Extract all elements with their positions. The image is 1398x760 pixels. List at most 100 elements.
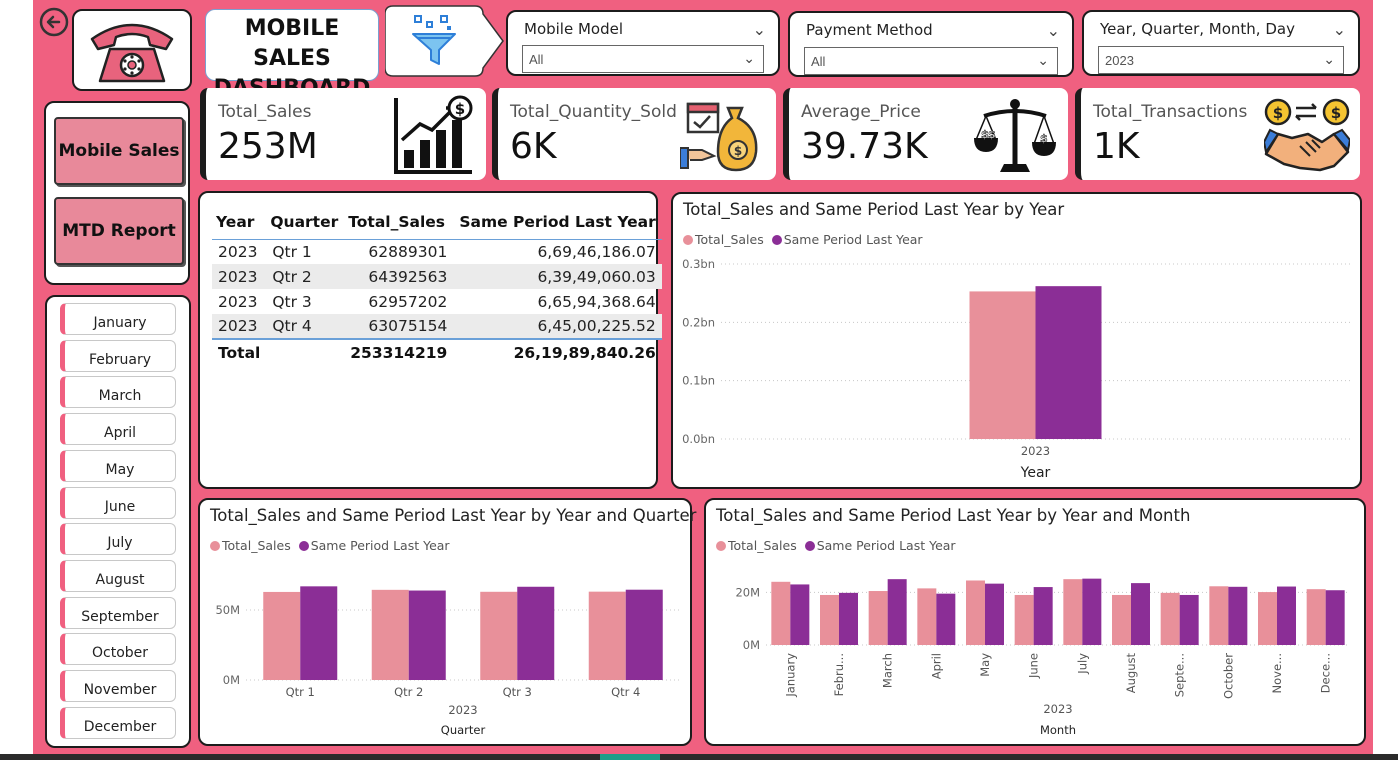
bar-total-sales[interactable] xyxy=(966,580,985,645)
x-tick-label: 2023 xyxy=(1021,444,1050,458)
month-button-june[interactable]: June xyxy=(60,486,176,519)
slicer-value: All xyxy=(811,54,826,69)
matrix-header[interactable]: Same Period Last Year xyxy=(453,205,661,239)
bar-same-period[interactable] xyxy=(1228,586,1248,645)
bar-total-sales[interactable] xyxy=(263,591,301,680)
matrix-header-row: Year Quarter Total_Sales Same Period Las… xyxy=(212,205,662,239)
bar-same-period[interactable] xyxy=(985,583,1004,645)
date-hierarchy-slicer[interactable]: Year, Quarter, Month, Day ⌄ 2023 ⌄ xyxy=(1082,10,1360,76)
table-cell: 6,65,94,368.64 xyxy=(537,292,656,311)
y-tick-label: 0M xyxy=(223,673,240,687)
chevron-down-icon[interactable]: ⌄ xyxy=(743,50,755,67)
bar-same-period[interactable] xyxy=(1131,583,1150,645)
table-cell: 2023 xyxy=(218,317,258,335)
x-tick-label: Qtr 2 xyxy=(394,685,423,699)
bar-total-sales[interactable] xyxy=(969,291,1036,439)
month-button-november[interactable]: November xyxy=(60,670,176,702)
bar-total-sales[interactable] xyxy=(371,589,409,680)
bar-same-period[interactable] xyxy=(936,593,956,645)
status-bar xyxy=(0,754,1398,760)
status-bar-active-tab[interactable] xyxy=(600,754,660,760)
table-row: 2023 Qtr 2 64392563 6,39,49,060.03 xyxy=(212,264,662,289)
bar-total-sales[interactable] xyxy=(1160,592,1180,645)
bar-same-period[interactable] xyxy=(625,589,663,680)
chart-by-month[interactable]: Total_Sales and Same Period Last Year by… xyxy=(704,498,1366,746)
date-dropdown[interactable]: 2023 ⌄ xyxy=(1098,46,1344,74)
table-row: 2023 Qtr 3 62957202 6,65,94,368.64 xyxy=(212,289,662,314)
bar-same-period[interactable] xyxy=(408,590,446,680)
mobile-sales-nav-button[interactable]: Mobile Sales xyxy=(54,117,184,185)
chart-by-quarter[interactable]: Total_Sales and Same Period Last Year by… xyxy=(198,498,696,746)
bar-same-period[interactable] xyxy=(1082,578,1102,645)
chevron-down-icon[interactable]: ⌄ xyxy=(753,20,766,40)
bar-total-sales[interactable] xyxy=(917,588,937,645)
month-button-march[interactable]: March xyxy=(60,376,176,409)
matrix-header[interactable]: Quarter xyxy=(266,205,344,239)
sales-matrix: Year Quarter Total_Sales Same Period Las… xyxy=(198,191,662,489)
month-button-may[interactable]: May xyxy=(60,449,176,482)
bar-same-period[interactable] xyxy=(887,579,907,645)
month-button-december[interactable]: December xyxy=(60,706,176,739)
bar-same-period[interactable] xyxy=(1033,587,1053,645)
bar-total-sales[interactable] xyxy=(1063,579,1083,645)
table-cell: 26,19,89,840.26 xyxy=(453,338,662,365)
matrix-header[interactable]: Year xyxy=(212,205,266,239)
bar-same-period[interactable] xyxy=(1325,590,1345,645)
x-tick-label: Qtr 3 xyxy=(503,685,532,699)
chevron-down-icon[interactable]: ⌄ xyxy=(1323,51,1335,68)
mtd-report-nav-button[interactable]: MTD Report xyxy=(54,197,184,265)
x-tick-label: April xyxy=(929,653,943,679)
bar-total-sales[interactable] xyxy=(771,581,791,645)
month-button-july[interactable]: July xyxy=(60,523,176,556)
chevron-down-icon[interactable]: ⌄ xyxy=(1333,20,1346,40)
bar-total-sales[interactable] xyxy=(1112,594,1131,645)
y-tick-label: 0M xyxy=(743,638,760,652)
payment-method-dropdown[interactable]: All ⌄ xyxy=(804,47,1058,75)
kpi-label: Total_Quantity_Sold xyxy=(510,102,677,122)
x-tick-label: July xyxy=(1075,653,1089,675)
table-cell: 2023 xyxy=(218,242,258,261)
month-button-april[interactable]: April xyxy=(60,413,176,446)
bar-total-sales[interactable] xyxy=(1209,586,1229,645)
table-cell: 64392563 xyxy=(368,267,448,286)
chevron-down-icon[interactable]: ⌄ xyxy=(1047,21,1060,41)
bar-same-period[interactable] xyxy=(839,592,858,645)
bar-same-period[interactable] xyxy=(300,586,338,680)
bar-total-sales[interactable] xyxy=(868,591,888,645)
month-button-september[interactable]: September xyxy=(60,596,176,629)
x-tick-label: Nove... xyxy=(1270,653,1284,694)
bar-total-sales[interactable] xyxy=(820,594,839,645)
table-cell: 2023 xyxy=(218,267,258,286)
chevron-down-icon[interactable]: ⌄ xyxy=(1037,52,1049,69)
kpi-value: 1K xyxy=(1093,126,1140,167)
slicer-label: Year, Quarter, Month, Day xyxy=(1100,20,1295,38)
table-cell: 253314219 xyxy=(344,338,454,365)
payment-method-slicer[interactable]: Payment Method ⌄ All ⌄ xyxy=(788,11,1074,77)
bar-same-period[interactable] xyxy=(517,586,555,680)
bar-same-period[interactable] xyxy=(1179,594,1199,645)
bar-total-sales[interactable] xyxy=(1258,592,1277,645)
table-cell: Qtr 3 xyxy=(272,292,312,311)
month-button-january[interactable]: January xyxy=(60,303,176,335)
bar-total-sales[interactable] xyxy=(1306,589,1326,645)
y-tick-label: 0.0bn xyxy=(682,432,715,446)
month-button-october[interactable]: October xyxy=(60,633,176,666)
back-arrow-icon[interactable] xyxy=(38,6,70,38)
filter-toggle-button[interactable] xyxy=(385,4,505,78)
matrix-header[interactable]: Total_Sales xyxy=(344,205,453,239)
month-button-august[interactable]: August xyxy=(60,559,176,592)
bar-total-sales[interactable] xyxy=(588,591,626,680)
mobile-model-dropdown[interactable]: All ⌄ xyxy=(522,45,764,73)
matrix-table: Year Quarter Total_Sales Same Period Las… xyxy=(212,205,662,365)
month-button-february[interactable]: February xyxy=(60,339,176,372)
bar-total-sales[interactable] xyxy=(480,591,518,680)
mobile-model-slicer[interactable]: Mobile Model ⌄ All ⌄ xyxy=(506,10,780,76)
bar-same-period[interactable] xyxy=(1035,286,1102,439)
bar-same-period[interactable] xyxy=(1277,586,1296,645)
chart-by-year[interactable]: Total_Sales and Same Period Last Year by… xyxy=(671,192,1362,489)
navigation-panel: Mobile Sales MTD Report xyxy=(44,101,190,285)
bar-total-sales[interactable] xyxy=(1014,594,1034,645)
kpi-value: 39.73K xyxy=(801,126,928,167)
bar-same-period[interactable] xyxy=(790,584,810,645)
x-axis-title: Year xyxy=(1020,465,1051,481)
